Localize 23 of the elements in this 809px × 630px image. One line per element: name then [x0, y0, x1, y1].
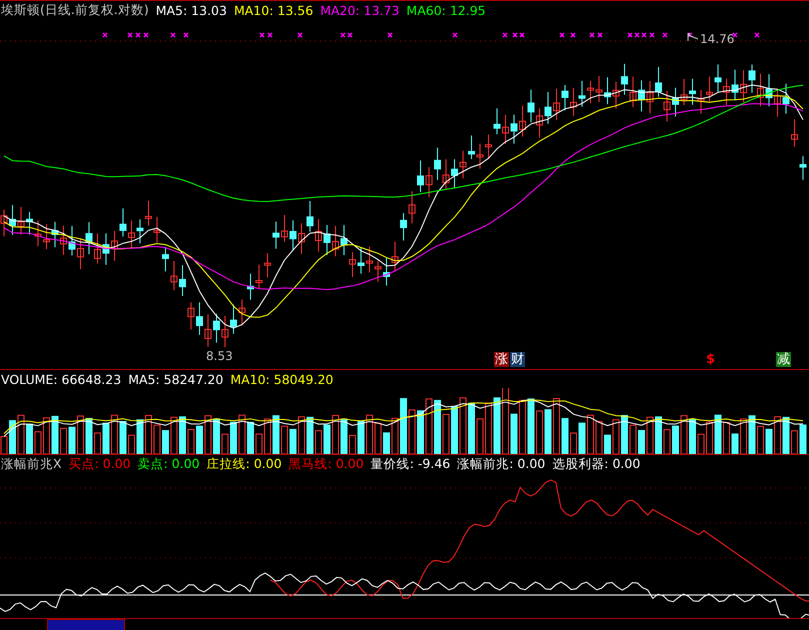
volume-value: VOLUME: 66648.23	[1, 372, 122, 386]
indicator-value: 涨幅前兆: 0.00	[457, 456, 546, 472]
indicator-value: 量价线: -9.46	[370, 456, 450, 472]
high-price-label: 14.76	[700, 32, 734, 46]
indicator-value: 庄拉线: 0.00	[206, 456, 282, 472]
indicator-value: 买点: 0.00	[68, 456, 131, 472]
low-price-label: 8.53	[206, 349, 233, 363]
indicator-title: 涨幅前兆X	[1, 456, 62, 472]
signal-tag: 财	[510, 352, 525, 367]
signal-tag: 涨	[494, 352, 509, 367]
volume-value: MA5: 58247.20	[128, 372, 224, 386]
indicator-value: 选股利器: 0.00	[552, 456, 640, 472]
leader-line	[688, 32, 698, 42]
moving-average-value: MA5: 13.03	[156, 2, 227, 18]
moving-average-value: MA60: 12.95	[406, 2, 486, 18]
moving-average-value: MA10: 13.56	[234, 2, 314, 18]
signal-tag: 减	[776, 352, 791, 367]
volume-value: MA10: 58049.20	[230, 372, 334, 386]
signal-sign: $	[706, 352, 716, 367]
indicator-value: 黑马线: 0.00	[288, 456, 364, 472]
moving-average-value: MA20: 13.73	[320, 2, 400, 18]
chart-title: 埃斯顿(日线.前复权.对数)	[1, 2, 149, 18]
indicator-value: 卖点: 0.00	[138, 456, 200, 472]
